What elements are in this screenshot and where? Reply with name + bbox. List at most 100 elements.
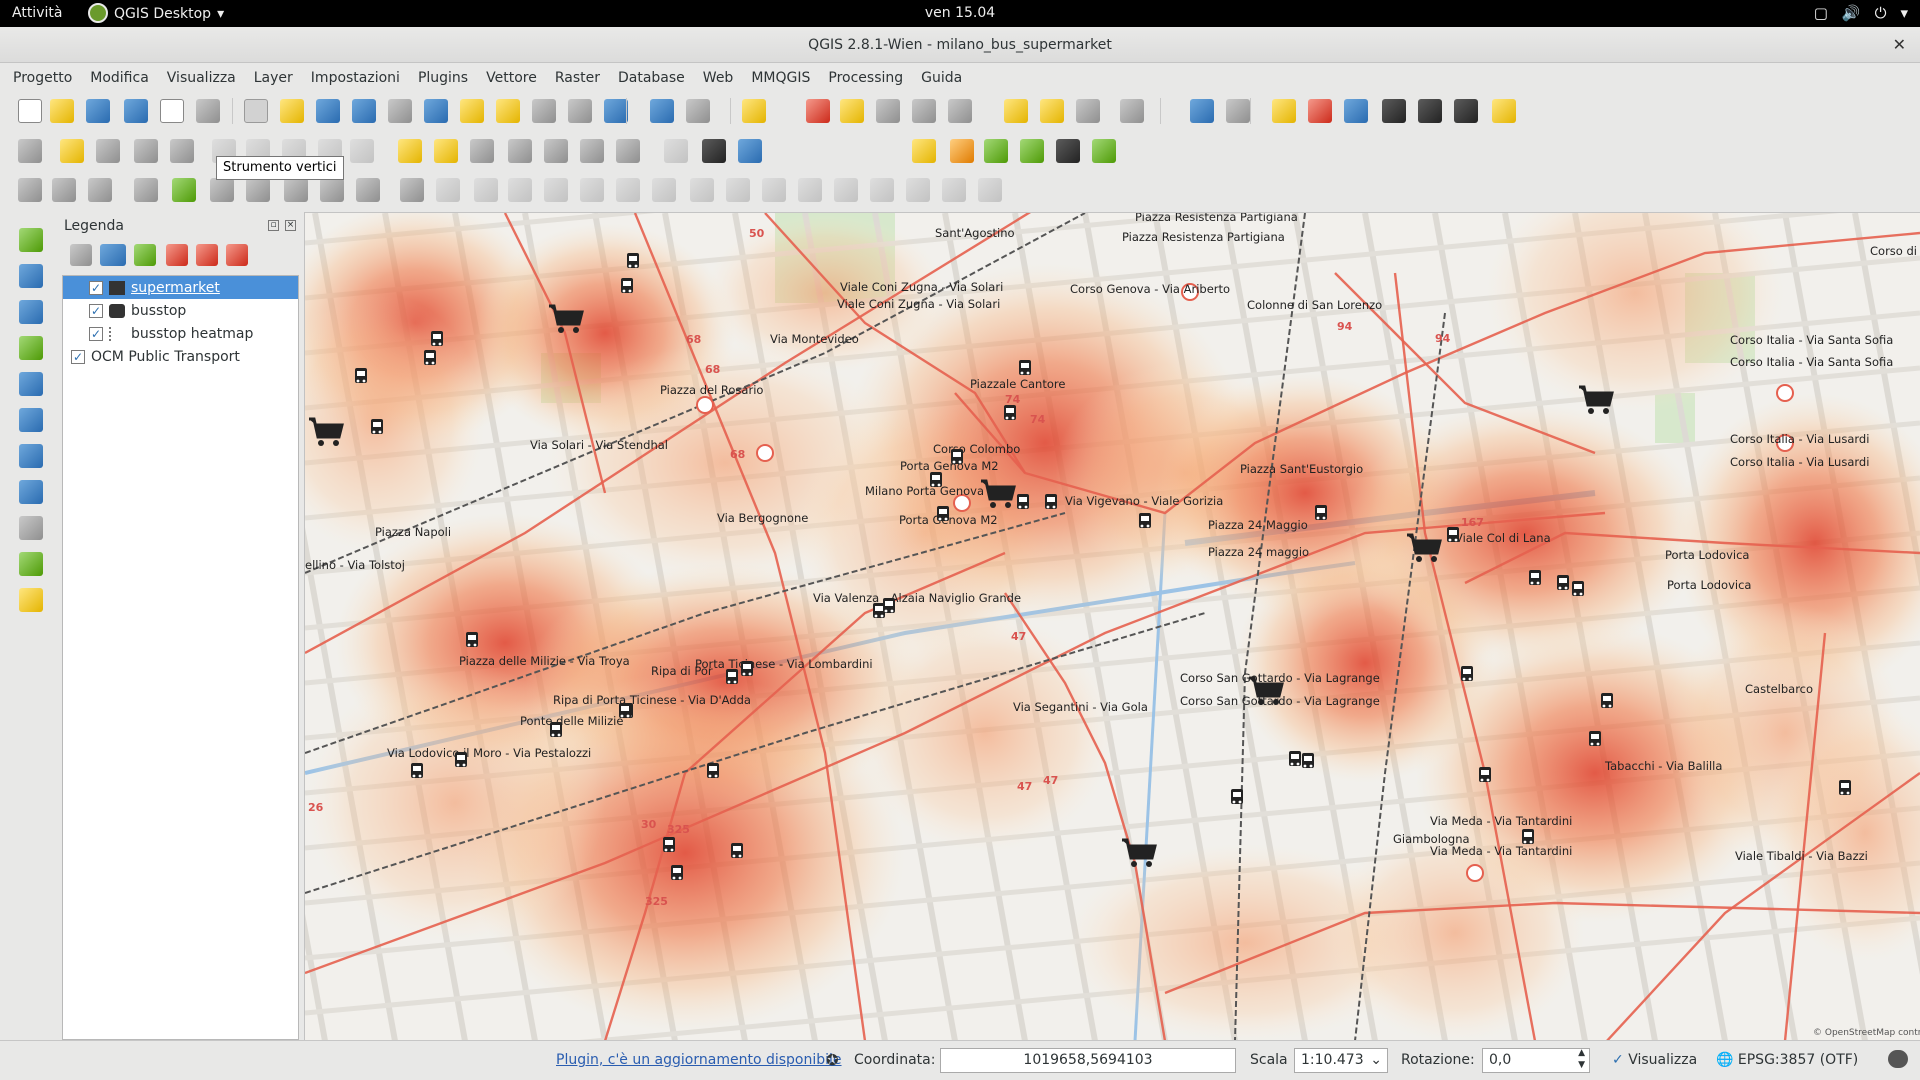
- text-annotation-icon[interactable]: [1120, 99, 1144, 123]
- menu-layer[interactable]: Layer: [245, 70, 302, 86]
- screenshot-icon[interactable]: [1056, 139, 1080, 163]
- add-group-icon[interactable]: [70, 244, 92, 266]
- new-shapefile-icon[interactable]: [134, 178, 158, 202]
- add-vector-layer-icon[interactable]: [19, 228, 43, 252]
- plugin-a-icon[interactable]: [1272, 99, 1296, 123]
- simplify-feature-icon[interactable]: [544, 178, 568, 202]
- offset-curve-icon[interactable]: [762, 178, 786, 202]
- plugin-e-icon[interactable]: [1418, 99, 1442, 123]
- redo-icon[interactable]: [474, 178, 498, 202]
- float-panel-icon[interactable]: ▫: [268, 220, 279, 231]
- plugin-d-icon[interactable]: [1382, 99, 1406, 123]
- save-project-icon[interactable]: [86, 99, 110, 123]
- zoom-native-icon[interactable]: [388, 99, 412, 123]
- menu-plugins[interactable]: Plugins: [409, 70, 477, 86]
- undo-icon[interactable]: [436, 178, 460, 202]
- select-features-icon[interactable]: [742, 99, 766, 123]
- system-tray[interactable]: ▢ 🔊 ⏻ ▾: [1814, 4, 1908, 22]
- rotate-label-icon[interactable]: [580, 139, 604, 163]
- new-print-composer-icon[interactable]: [160, 99, 184, 123]
- split-parts-icon[interactable]: [834, 178, 858, 202]
- change-label-icon[interactable]: [616, 139, 640, 163]
- render-checkbox[interactable]: ✓: [1612, 1052, 1624, 1068]
- add-ring-icon[interactable]: [400, 178, 424, 202]
- map-render[interactable]: Sant'Agostino Piazza Resistenza Partigian…: [305, 213, 1920, 1040]
- layer-visibility-checkbox[interactable]: ✓: [89, 326, 103, 341]
- whats-this-icon[interactable]: [1226, 99, 1250, 123]
- show-hide-label-icon[interactable]: [508, 139, 532, 163]
- pan-to-selection-icon[interactable]: [280, 99, 304, 123]
- new-project-icon[interactable]: [18, 99, 42, 123]
- menu-guida[interactable]: Guida: [912, 70, 971, 86]
- add-delimited-text-icon[interactable]: [18, 178, 42, 202]
- identify-icon[interactable]: [650, 99, 674, 123]
- add-wcs-layer-icon[interactable]: [19, 444, 43, 468]
- model-builder-icon[interactable]: [1020, 139, 1044, 163]
- new-bookmark-icon[interactable]: [1040, 99, 1064, 123]
- add-virtual-layer-icon[interactable]: [19, 552, 43, 576]
- mouse-pointer-icon[interactable]: ✪: [826, 1051, 839, 1069]
- script-icon[interactable]: [950, 139, 974, 163]
- add-delimited-layer-icon[interactable]: [19, 516, 43, 540]
- activities-button[interactable]: Attività: [12, 5, 62, 21]
- composer-manager-icon[interactable]: [196, 99, 220, 123]
- add-wfs-layer-icon[interactable]: [19, 480, 43, 504]
- deselect-icon[interactable]: [806, 99, 830, 123]
- plugin-c-icon[interactable]: [1344, 99, 1368, 123]
- paste-icon[interactable]: [350, 139, 374, 163]
- layer-ocm-public-transport[interactable]: ✓ OCM Public Transport: [63, 345, 298, 368]
- merge-attributes-icon[interactable]: [906, 178, 930, 202]
- open-project-icon[interactable]: [50, 99, 74, 123]
- filter-icon[interactable]: [134, 244, 156, 266]
- rotate-symbols-icon[interactable]: [942, 178, 966, 202]
- remove-layer-icon[interactable]: [226, 244, 248, 266]
- menu-raster[interactable]: Raster: [546, 70, 609, 86]
- statistics-icon[interactable]: [912, 99, 936, 123]
- select-by-expression-icon[interactable]: [840, 99, 864, 123]
- add-postgis-icon[interactable]: [88, 178, 112, 202]
- save-layer-edits-icon[interactable]: [96, 139, 120, 163]
- split-icon[interactable]: [284, 178, 308, 202]
- map-tips-icon[interactable]: [1004, 99, 1028, 123]
- label-icon[interactable]: [398, 139, 422, 163]
- measure-icon[interactable]: [948, 99, 972, 123]
- menu-modifica[interactable]: Modifica: [81, 70, 158, 86]
- enable-advanced-digitizing-icon[interactable]: [320, 178, 344, 202]
- trace-icon[interactable]: [978, 178, 1002, 202]
- add-oracle-layer-icon[interactable]: [19, 372, 43, 396]
- volume-icon[interactable]: 🔊: [1842, 4, 1861, 22]
- menu-web[interactable]: Web: [694, 70, 743, 86]
- merge-selected-icon[interactable]: [870, 178, 894, 202]
- layer-busstop[interactable]: ✓ busstop: [63, 299, 298, 322]
- delete-ring-icon[interactable]: [652, 178, 676, 202]
- plugin-f-icon[interactable]: [1454, 99, 1478, 123]
- map-canvas[interactable]: Sant'Agostino Piazza Resistenza Partigian…: [305, 212, 1920, 1040]
- current-edits-icon[interactable]: [18, 139, 42, 163]
- show-bookmarks-icon[interactable]: [1076, 99, 1100, 123]
- help-icon[interactable]: [1190, 99, 1214, 123]
- merge-icon[interactable]: [246, 178, 270, 202]
- chevron-down-icon[interactable]: ▾: [1900, 4, 1908, 22]
- expand-all-icon[interactable]: [166, 244, 188, 266]
- add-spatialite-layer-icon[interactable]: [19, 300, 43, 324]
- coordinate-field[interactable]: 1019658,5694103: [940, 1048, 1236, 1073]
- plugin-g-icon[interactable]: [1492, 99, 1516, 123]
- crs-button[interactable]: 🌐 EPSG:3857 (OTF): [1716, 1052, 1858, 1068]
- split-features-icon[interactable]: [798, 178, 822, 202]
- pin-label-icon[interactable]: [470, 139, 494, 163]
- menu-visualizza[interactable]: Visualizza: [158, 70, 245, 86]
- render-toggle[interactable]: ✓ Visualizza: [1612, 1052, 1697, 1068]
- window-icon[interactable]: ▢: [1814, 4, 1828, 22]
- pan-map-icon[interactable]: [244, 99, 268, 123]
- add-gpx-layer-icon[interactable]: [19, 588, 43, 612]
- menu-vettore[interactable]: Vettore: [477, 70, 546, 86]
- zoom-in-icon[interactable]: [316, 99, 340, 123]
- layer-visibility-checkbox[interactable]: ✓: [89, 303, 103, 318]
- csw-icon[interactable]: [664, 139, 688, 163]
- menu-impostazioni[interactable]: Impostazioni: [302, 70, 409, 86]
- plugin-update-link[interactable]: Plugin, c'è un aggiornamento disponibile: [556, 1052, 842, 1068]
- grass-icon[interactable]: [1092, 139, 1116, 163]
- fill-ring-icon[interactable]: [616, 178, 640, 202]
- menu-progetto[interactable]: Progetto: [4, 70, 81, 86]
- zoom-next-icon[interactable]: [568, 99, 592, 123]
